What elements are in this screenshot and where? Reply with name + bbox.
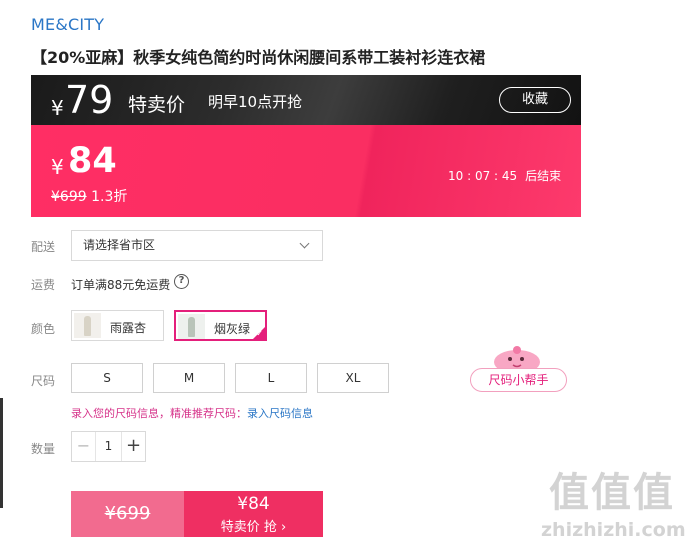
region-placeholder: 请选择省市区 — [83, 238, 156, 252]
product-title: 【20%亚麻】秋季女纯色简约时尚休闲腰间系带工装衬衫连衣裙 — [31, 48, 486, 67]
current-price: 84 — [68, 141, 117, 181]
size-hint: 录入您的尺码信息，精准推荐尺码：录入尺码信息 — [71, 405, 313, 421]
favorite-button[interactable]: 收藏 — [499, 87, 571, 113]
size-hint-text: 录入您的尺码信息，精准推荐尺码： — [71, 407, 247, 420]
size-label: 尺码 — [31, 374, 56, 388]
upcoming-start-note: 明早10点开抢 — [208, 93, 303, 111]
upcoming-price-label: 特卖价 — [128, 94, 186, 116]
upcoming-price-bar: ¥ 79 特卖价 明早10点开抢 收藏 — [31, 75, 581, 125]
brand-link[interactable]: ME&CITY — [31, 15, 104, 34]
check-icon: ✓ — [256, 329, 263, 338]
shipping-text: 订单满88元免运费 — [71, 278, 171, 292]
original-price: ¥699 — [51, 189, 87, 205]
upcoming-currency: ¥ — [51, 96, 64, 120]
color-option-2[interactable]: 烟灰绿 ✓ — [174, 310, 267, 341]
special-price-action: 特卖价 抢 › — [220, 520, 287, 535]
current-currency: ¥ — [51, 155, 64, 179]
size-option-m[interactable]: M — [153, 363, 225, 393]
quantity-stepper: − 1 + — [71, 431, 146, 462]
color-option-label: 雨露杏 — [110, 321, 147, 335]
special-price-label: ¥84 — [237, 494, 270, 514]
size-option-xl[interactable]: XL — [317, 363, 389, 393]
promo-banner: ¥ 79 特卖价 明早10点开抢 收藏 ¥ 84 ¥699 1.3折 10 : … — [31, 75, 581, 217]
normal-price-label: ¥699 — [104, 503, 151, 524]
size-option-s[interactable]: S — [71, 363, 143, 393]
region-select[interactable]: 请选择省市区 — [71, 230, 323, 261]
watermark-logo: 值值值 — [549, 470, 675, 516]
shipping-label: 运费 — [31, 278, 56, 292]
color-thumbnail — [74, 313, 101, 338]
countdown-timer: 10 : 07 : 45 后结束 — [448, 167, 561, 184]
buy-normal-price-button[interactable]: ¥699 — [71, 491, 184, 537]
quantity-value[interactable]: 1 — [96, 432, 121, 461]
size-helper-label: 尺码小帮手 — [470, 368, 567, 392]
countdown-time: 10 : 07 : 45 — [448, 169, 518, 183]
delivery-label: 配送 — [31, 240, 56, 254]
help-icon[interactable]: ? — [174, 274, 189, 289]
quantity-decrement-button[interactable]: − — [72, 432, 96, 461]
color-thumbnail — [178, 314, 205, 339]
chevron-down-icon — [299, 238, 310, 249]
quantity-label: 数量 — [31, 442, 56, 456]
watermark: 值值值 zhizhizhi.com — [541, 460, 691, 545]
quantity-increment-button[interactable]: + — [121, 432, 145, 461]
watermark-url: zhizhizhi.com — [541, 519, 686, 541]
current-price-bar: ¥ 84 ¥699 1.3折 10 : 07 : 45 后结束 — [31, 125, 581, 217]
left-edge-rule — [0, 398, 3, 508]
discount-label: 1.3折 — [91, 189, 128, 205]
countdown-suffix: 后结束 — [525, 169, 562, 183]
color-option-label: 烟灰绿 — [214, 322, 251, 336]
size-helper[interactable]: 尺码小帮手 — [470, 340, 567, 394]
color-option-1[interactable]: 雨露杏 — [71, 310, 164, 341]
size-option-l[interactable]: L — [235, 363, 307, 393]
original-price-line: ¥699 1.3折 — [51, 186, 127, 206]
size-entry-link[interactable]: 录入尺码信息 — [247, 407, 313, 420]
buy-special-price-button[interactable]: ¥84 特卖价 抢 › — [184, 491, 323, 537]
upcoming-price: 79 — [65, 78, 114, 122]
color-label: 颜色 — [31, 322, 56, 336]
